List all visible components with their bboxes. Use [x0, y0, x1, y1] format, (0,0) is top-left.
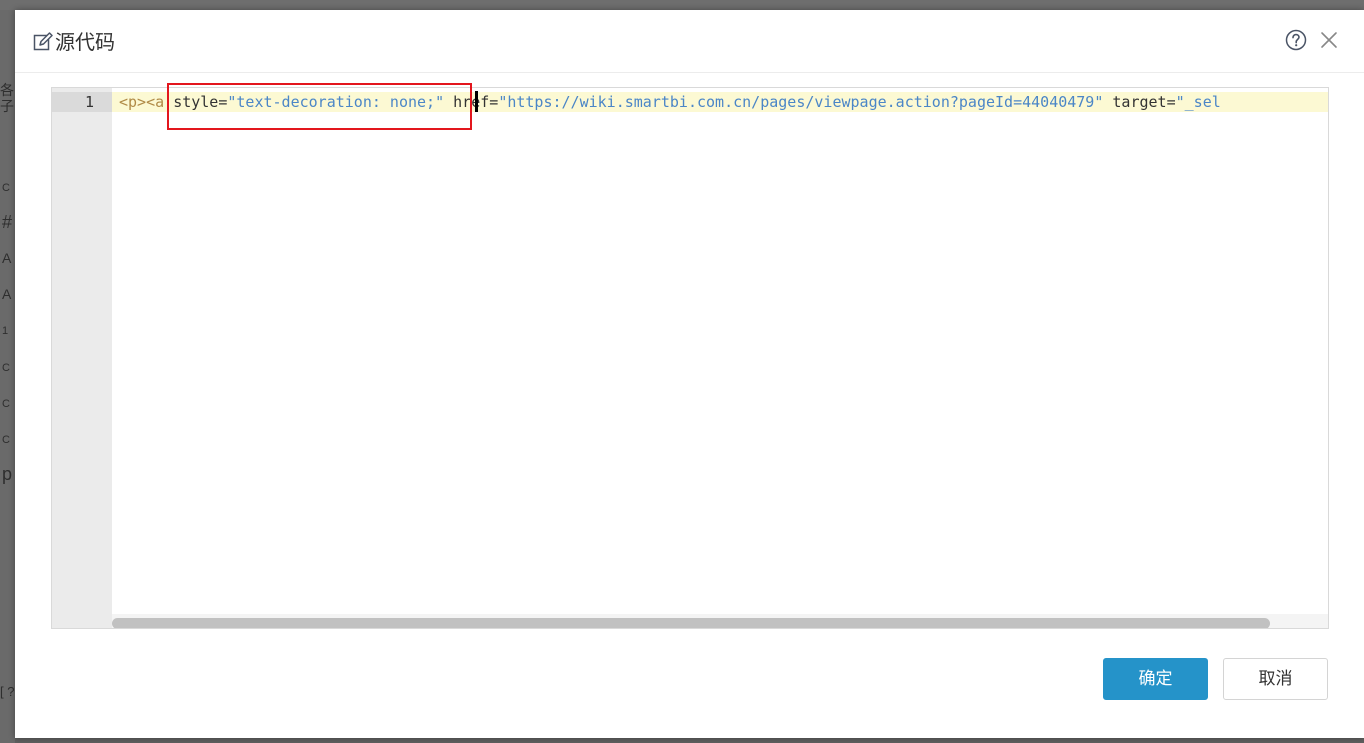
- background-text: C: [2, 398, 10, 410]
- background-text: C: [2, 362, 10, 374]
- dialog-title: 源代码: [55, 30, 115, 54]
- code-token-attr: target=: [1112, 93, 1176, 111]
- text-cursor: [475, 91, 478, 112]
- background-text: 各子: [0, 82, 14, 114]
- background-text: 1: [2, 325, 9, 337]
- background-text: C: [2, 182, 10, 194]
- code-token-string: "https://wiki.smartbi.com.cn/pages/viewp…: [498, 93, 1104, 111]
- background-toolbar: [0, 0, 1364, 10]
- annotation-highlight-box: [167, 83, 472, 130]
- background-text: [ ?: [0, 684, 15, 699]
- scrollbar-thumb[interactable]: [112, 618, 1270, 628]
- background-text: C: [2, 434, 10, 446]
- background-text: p: [2, 464, 13, 484]
- dialog-header: 源代码: [15, 10, 1364, 73]
- background-text: A: [2, 286, 12, 302]
- background-sidebar: 各子 C # A A 1 C C C p [ ?: [0, 10, 15, 743]
- confirm-button[interactable]: 确定: [1103, 658, 1208, 700]
- edit-icon: [33, 32, 53, 52]
- background-text: A: [2, 250, 12, 266]
- line-number-gutter: 1: [52, 88, 112, 628]
- horizontal-scrollbar[interactable]: [112, 614, 1328, 628]
- background-text: #: [2, 212, 13, 232]
- code-token-string: "_sel: [1175, 93, 1221, 111]
- line-number: 1: [84, 93, 94, 111]
- code-area[interactable]: <p><a style="text-decoration: none;" hre…: [112, 88, 1328, 628]
- code-token-tag: <p><a: [119, 93, 165, 111]
- dialog-title-group: 源代码: [33, 30, 115, 54]
- close-icon[interactable]: [1319, 30, 1339, 50]
- help-circle-icon[interactable]: [1285, 29, 1307, 51]
- source-code-dialog: 源代码 1 <p><a style="text-decoration: none…: [15, 10, 1364, 738]
- cancel-button[interactable]: 取消: [1223, 658, 1328, 700]
- code-editor[interactable]: 1 <p><a style="text-decoration: none;" h…: [51, 87, 1329, 629]
